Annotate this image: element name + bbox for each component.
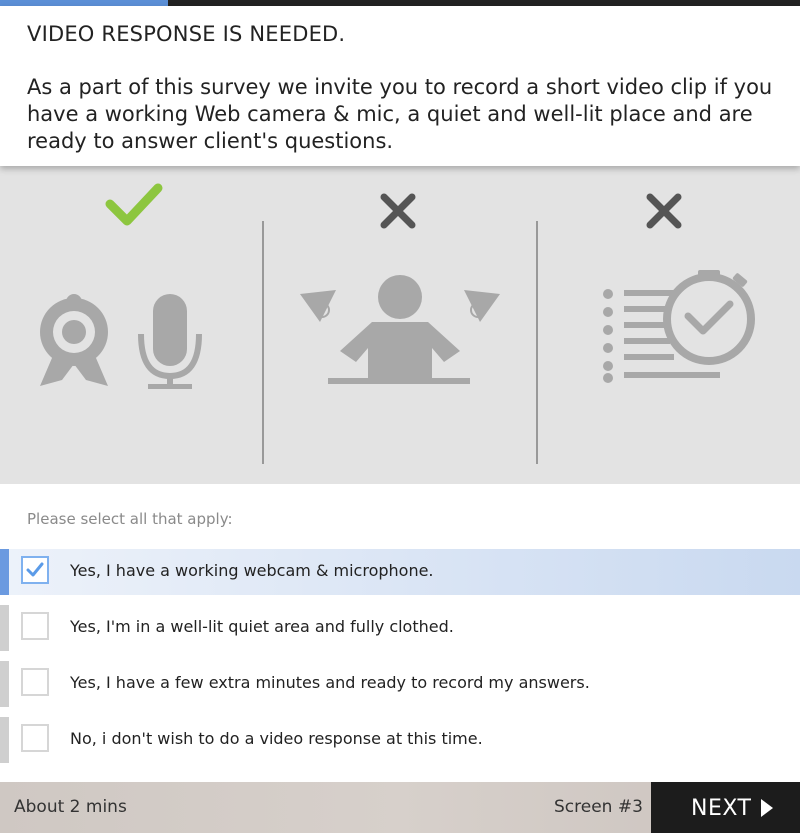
- option-row[interactable]: Yes, I have a few extra minutes and read…: [0, 661, 800, 707]
- requirements-graphic: [40, 183, 755, 464]
- next-button-label: NEXT: [691, 796, 752, 821]
- footer: About 2 mins Screen #3 NEXT: [0, 782, 800, 833]
- checkmark-icon: [26, 562, 44, 577]
- option-row[interactable]: Yes, I have a working webcam & microphon…: [0, 549, 800, 595]
- microphone-icon: [138, 294, 202, 389]
- stopwatch-list-icon: [603, 270, 755, 383]
- option-indicator-bar: [0, 605, 9, 651]
- option-row[interactable]: Yes, I'm in a well-lit quiet area and fu…: [0, 605, 800, 651]
- option-checkbox[interactable]: [21, 612, 49, 640]
- requirements-illustration: [0, 166, 800, 484]
- option-indicator-bar: [0, 717, 9, 763]
- webcam-icon: [40, 294, 108, 386]
- person-lighting-icon: [300, 275, 500, 384]
- intro-header: VIDEO RESPONSE IS NEEDED. As a part of t…: [0, 6, 800, 166]
- check-icon: [105, 183, 163, 226]
- option-checkbox[interactable]: [21, 668, 49, 696]
- option-label: Yes, I have a few extra minutes and read…: [70, 673, 590, 692]
- time-estimate: About 2 mins: [14, 797, 127, 817]
- option-indicator-bar: [0, 549, 9, 595]
- intro-text: As a part of this survey we invite you t…: [27, 75, 773, 153]
- option-label: No, i don't wish to do a video response …: [70, 729, 483, 748]
- option-row[interactable]: No, i don't wish to do a video response …: [0, 717, 800, 763]
- option-label: Yes, I'm in a well-lit quiet area and fu…: [70, 617, 454, 636]
- screen-indicator: Screen #3: [554, 797, 643, 817]
- page-title: VIDEO RESPONSE IS NEEDED.: [27, 22, 346, 46]
- option-checkbox[interactable]: [21, 556, 49, 584]
- play-arrow-icon: [761, 799, 773, 817]
- option-label: Yes, I have a working webcam & microphon…: [70, 561, 434, 580]
- option-indicator-bar: [0, 661, 9, 707]
- selection-prompt: Please select all that apply:: [27, 510, 233, 528]
- cross-icon: [646, 193, 682, 229]
- next-button[interactable]: NEXT: [651, 782, 800, 833]
- option-checkbox[interactable]: [21, 724, 49, 752]
- cross-icon: [380, 193, 416, 229]
